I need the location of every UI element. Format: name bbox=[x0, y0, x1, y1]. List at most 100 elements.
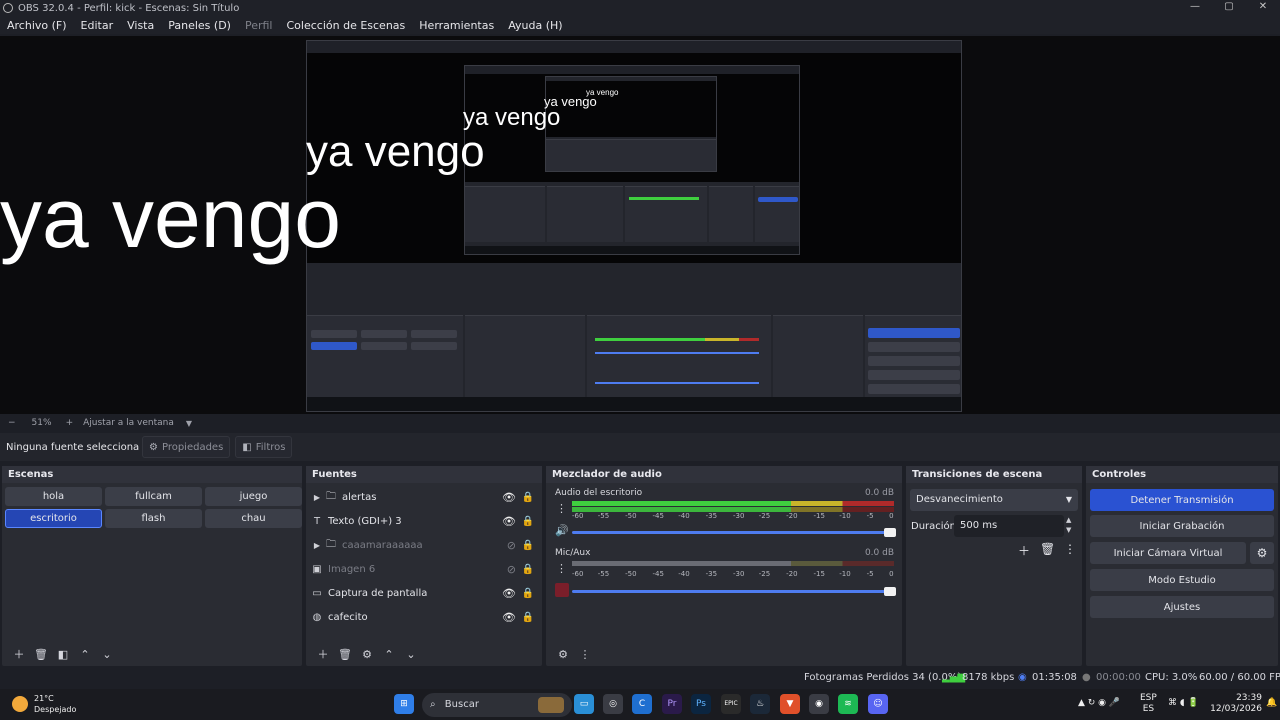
mixer-settings-icon[interactable]: ⚙ bbox=[552, 648, 574, 661]
tray-icons[interactable]: ▲ ↻ ◉ 🎤 bbox=[1078, 698, 1120, 709]
scene-button[interactable]: chau bbox=[205, 509, 302, 528]
trash-icon[interactable]: 🗑 bbox=[1040, 542, 1055, 556]
copilot-icon[interactable]: C bbox=[632, 694, 652, 714]
fader-handle[interactable] bbox=[884, 528, 896, 537]
tick: -10 bbox=[839, 570, 851, 578]
brave-icon[interactable]: ▼ bbox=[780, 694, 800, 714]
virtual-camera-button[interactable]: Iniciar Cámara Virtual bbox=[1090, 542, 1246, 564]
system-tray-icons[interactable]: ⌘ ◖ 🔋 bbox=[1168, 698, 1199, 709]
volume-fader-2[interactable] bbox=[572, 587, 896, 596]
more-options-icon[interactable]: ⋮ bbox=[556, 562, 567, 575]
eye-hidden-icon[interactable]: ⊘ bbox=[507, 563, 516, 576]
start-recording-button[interactable]: Iniciar Grabación bbox=[1090, 515, 1274, 537]
chevron-down-icon[interactable]: ▼ bbox=[186, 419, 192, 428]
scene-button[interactable]: hola bbox=[5, 487, 102, 506]
gear-icon[interactable]: ⚙ bbox=[1250, 542, 1274, 564]
close-button[interactable]: ✕ bbox=[1246, 0, 1280, 16]
menu-vista[interactable]: Vista bbox=[127, 19, 154, 32]
gear-icon[interactable]: ⚙ bbox=[356, 648, 378, 661]
tick: -10 bbox=[839, 512, 851, 520]
source-item[interactable]: ▣ Imagen 6 ⊘ 🔒 bbox=[310, 558, 542, 580]
desktop-app-icon[interactable]: ▭ bbox=[574, 694, 594, 714]
lock-icon[interactable]: 🔒 bbox=[522, 516, 534, 527]
source-item[interactable]: T Texto (GDI+) 3 👁 🔒 bbox=[310, 510, 542, 532]
trash-icon[interactable]: 🗑 bbox=[334, 648, 356, 661]
discord-icon[interactable]: ☺ bbox=[868, 694, 888, 714]
clock[interactable]: 23:39 12/03/2026 bbox=[1206, 693, 1262, 715]
maximize-button[interactable]: ▢ bbox=[1212, 0, 1246, 16]
more-options-icon[interactable]: ⋮ bbox=[556, 502, 567, 515]
speaker-icon[interactable]: 🔊 bbox=[555, 524, 569, 537]
scene-button[interactable]: juego bbox=[205, 487, 302, 506]
obs-app-icon[interactable]: ◎ bbox=[603, 694, 623, 714]
eye-icon[interactable]: 👁 bbox=[502, 587, 516, 600]
menu-herramientas[interactable]: Herramientas bbox=[419, 19, 494, 32]
windows-start-icon[interactable]: ⊞ bbox=[394, 694, 414, 714]
eye-icon[interactable]: 👁 bbox=[502, 611, 516, 624]
zoom-fit-dropdown[interactable]: Ajustar a la ventana bbox=[83, 418, 174, 428]
trash-icon[interactable]: 🗑 bbox=[30, 648, 52, 661]
add-source-icon[interactable]: ＋ bbox=[312, 646, 334, 662]
taskbar-search[interactable]: ⌕ Buscar bbox=[422, 693, 572, 717]
weather-widget[interactable]: 21°C Despejado bbox=[12, 693, 76, 715]
steam-icon[interactable]: ♨ bbox=[750, 694, 770, 714]
language-indicator[interactable]: ESP ES bbox=[1140, 693, 1157, 715]
move-up-icon[interactable]: ⌃ bbox=[378, 648, 400, 661]
premiere-icon[interactable]: Pr bbox=[662, 694, 682, 714]
scene-button[interactable]: fullcam bbox=[105, 487, 202, 506]
zoom-in-button[interactable]: + bbox=[66, 418, 74, 428]
photoshop-icon[interactable]: Ps bbox=[691, 694, 711, 714]
transition-select[interactable]: Desvanecimiento ▼ bbox=[910, 489, 1078, 511]
lock-icon[interactable]: 🔒 bbox=[522, 588, 534, 599]
source-item[interactable]: ▶ 🗀 alertas 👁 🔒 bbox=[310, 486, 542, 508]
lock-icon[interactable]: 🔒 bbox=[522, 564, 534, 575]
duration-input[interactable]: 500 ms bbox=[954, 515, 1064, 537]
scene-button[interactable]: flash bbox=[105, 509, 202, 528]
move-down-icon[interactable]: ⌄ bbox=[400, 648, 422, 661]
expand-icon[interactable]: ▶ bbox=[310, 541, 324, 550]
minimize-button[interactable]: — bbox=[1178, 0, 1212, 16]
menu-paneles[interactable]: Paneles (D) bbox=[168, 19, 231, 32]
lock-icon[interactable]: 🔒 bbox=[522, 612, 534, 623]
source-item[interactable]: ▶ 🗀 caaamaraaaaaa ⊘ 🔒 bbox=[310, 534, 542, 556]
source-item[interactable]: ◍ cafecito 👁 🔒 bbox=[310, 606, 542, 628]
nested-meter-1-yellow bbox=[705, 338, 739, 341]
eye-icon[interactable]: 👁 bbox=[502, 515, 516, 528]
scene-button-active[interactable]: escritorio bbox=[5, 509, 102, 528]
more-options-icon[interactable]: ⋮ bbox=[574, 648, 596, 661]
properties-label: Propiedades bbox=[161, 441, 224, 453]
scene-filters-icon[interactable]: ◧ bbox=[52, 648, 74, 661]
mic-muted-icon[interactable] bbox=[555, 583, 569, 597]
lock-icon[interactable]: 🔒 bbox=[522, 492, 534, 503]
menu-coleccion-escenas[interactable]: Colección de Escenas bbox=[287, 19, 406, 32]
menu-bar: Archivo (F) Editar Vista Paneles (D) Per… bbox=[0, 16, 1280, 34]
duration-spinner[interactable]: ▲ ▼ bbox=[1066, 515, 1071, 535]
source-item[interactable]: ▭ Captura de pantalla 👁 🔒 bbox=[310, 582, 542, 604]
preview-canvas[interactable]: ya vengo ya vengo ya vengo ya vengo ya v… bbox=[0, 36, 1280, 414]
menu-archivo[interactable]: Archivo (F) bbox=[7, 19, 67, 32]
zoom-out-button[interactable]: − bbox=[8, 418, 16, 428]
notification-bell-icon[interactable]: 🔔 bbox=[1266, 698, 1277, 709]
lock-icon[interactable]: 🔒 bbox=[522, 540, 534, 551]
settings-button[interactable]: Ajustes bbox=[1090, 596, 1274, 618]
expand-icon[interactable]: ▶ bbox=[310, 493, 324, 502]
more-options-icon[interactable]: ⋮ bbox=[1064, 542, 1076, 556]
properties-button[interactable]: ⚙ Propiedades bbox=[142, 436, 231, 458]
studio-mode-button[interactable]: Modo Estudio bbox=[1090, 569, 1274, 591]
menu-ayuda[interactable]: Ayuda (H) bbox=[508, 19, 562, 32]
menu-perfil[interactable]: Perfil bbox=[245, 19, 273, 32]
eye-hidden-icon[interactable]: ⊘ bbox=[507, 539, 516, 552]
move-up-icon[interactable]: ⌃ bbox=[74, 648, 96, 661]
menu-editar[interactable]: Editar bbox=[81, 19, 114, 32]
volume-fader-1[interactable] bbox=[572, 528, 896, 537]
spotify-icon[interactable]: ≋ bbox=[838, 694, 858, 714]
move-down-icon[interactable]: ⌄ bbox=[96, 648, 118, 661]
epic-games-icon[interactable]: EPIC bbox=[721, 694, 741, 714]
add-transition-icon[interactable]: ＋ bbox=[1018, 542, 1030, 559]
add-scene-icon[interactable]: ＋ bbox=[8, 646, 30, 662]
eye-icon[interactable]: 👁 bbox=[502, 491, 516, 504]
filters-button[interactable]: ◧ Filtros bbox=[235, 436, 293, 458]
fader-handle[interactable] bbox=[884, 587, 896, 596]
stop-streaming-button[interactable]: Detener Transmisión bbox=[1090, 489, 1274, 511]
chrome-icon[interactable]: ◉ bbox=[809, 694, 829, 714]
